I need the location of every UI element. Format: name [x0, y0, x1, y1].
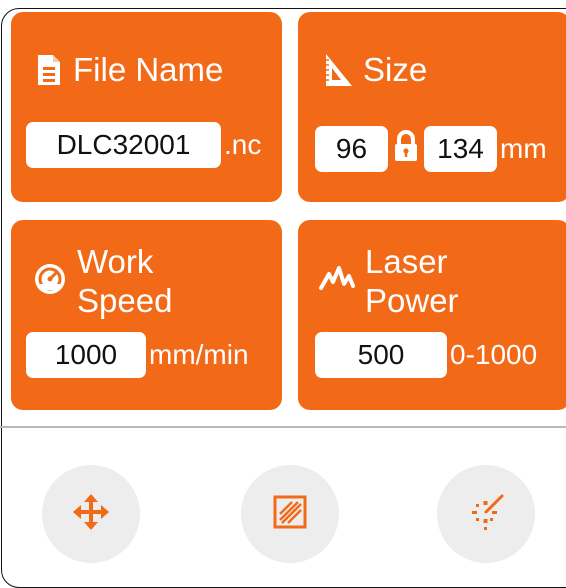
- lock-icon[interactable]: [392, 129, 420, 168]
- laser-power-card: Laser Power 500 0-1000: [298, 220, 566, 410]
- work-speed-title-line1: Work: [77, 243, 154, 280]
- frame-button[interactable]: [241, 465, 339, 563]
- ruler-triangle-icon: [323, 52, 355, 93]
- file-extension-label: .nc: [224, 129, 262, 160]
- file-name-title: File Name: [73, 51, 224, 88]
- frame-fill-icon: [272, 494, 308, 535]
- size-title: Size: [363, 51, 428, 88]
- document-icon: [36, 54, 62, 91]
- work-speed-input[interactable]: 1000: [26, 332, 146, 378]
- work-speed-title-line2: Speed: [77, 282, 173, 319]
- size-unit-label: mm: [500, 133, 547, 164]
- laser-power-range-label: 0-1000: [450, 339, 538, 370]
- work-speed-unit-label: mm/min: [149, 339, 249, 370]
- work-speed-card: Work Speed 1000 mm/min: [11, 220, 282, 410]
- move-button[interactable]: [42, 465, 140, 563]
- laser-button[interactable]: [437, 465, 535, 563]
- laser-power-input[interactable]: 500: [315, 332, 447, 378]
- laser-power-title-line1: Laser: [365, 243, 448, 280]
- file-name-card: File Name DLC32001 .nc: [11, 12, 282, 202]
- move-arrows-icon: [72, 493, 110, 536]
- waveform-icon: [319, 264, 355, 297]
- width-input[interactable]: 96: [315, 126, 388, 172]
- size-card: Size 96 134 mm: [298, 12, 566, 202]
- speedometer-icon: [34, 263, 66, 300]
- height-input[interactable]: 134: [424, 126, 497, 172]
- file-name-input[interactable]: DLC32001: [26, 122, 221, 168]
- laser-spark-icon: [466, 492, 506, 537]
- divider: [0, 426, 566, 428]
- laser-power-title-line2: Power: [365, 282, 459, 319]
